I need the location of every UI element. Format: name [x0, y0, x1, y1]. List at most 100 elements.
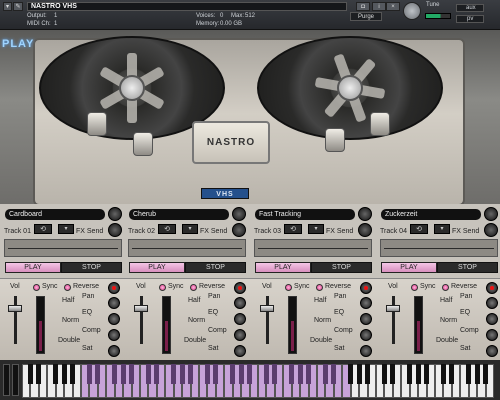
- edit-instrument-icon[interactable]: ✎: [13, 2, 23, 11]
- track-knob[interactable]: [108, 207, 122, 221]
- midi-value[interactable]: 1: [54, 21, 57, 27]
- comp-knob[interactable]: [108, 329, 120, 341]
- volume-fader[interactable]: [8, 305, 22, 312]
- stop-button[interactable]: STOP: [185, 262, 246, 273]
- black-key[interactable]: [27, 364, 33, 384]
- eq-knob[interactable]: [108, 313, 120, 325]
- aux-button[interactable]: aux: [456, 4, 484, 12]
- play-button[interactable]: PLAY: [255, 262, 311, 273]
- chevron-down-icon[interactable]: ▾: [58, 224, 74, 234]
- black-key[interactable]: [348, 364, 354, 384]
- black-key[interactable]: [86, 364, 92, 384]
- black-key[interactable]: [424, 364, 430, 384]
- mod-wheel[interactable]: [12, 364, 19, 396]
- fx-send-knob[interactable]: [484, 223, 498, 237]
- black-key[interactable]: [238, 364, 244, 384]
- black-key[interactable]: [272, 364, 278, 384]
- purge-button[interactable]: Purge: [350, 12, 382, 21]
- black-key[interactable]: [474, 364, 480, 384]
- track-name-field[interactable]: Fast Tracking: [255, 209, 355, 220]
- black-key[interactable]: [415, 364, 421, 384]
- reverse-toggle[interactable]: [64, 284, 71, 291]
- black-key[interactable]: [440, 364, 446, 384]
- fx-send-knob[interactable]: [108, 223, 122, 237]
- black-key[interactable]: [120, 364, 126, 384]
- track-knob[interactable]: [232, 207, 246, 221]
- reverse-knob[interactable]: [486, 282, 498, 294]
- eq-knob[interactable]: [360, 313, 372, 325]
- play-button[interactable]: PLAY: [129, 262, 185, 273]
- black-key[interactable]: [171, 364, 177, 384]
- chevron-down-icon[interactable]: ▾: [434, 224, 450, 234]
- output-value[interactable]: 1: [54, 13, 57, 19]
- sat-knob[interactable]: [234, 345, 246, 357]
- sat-knob[interactable]: [486, 345, 498, 357]
- loop-icon[interactable]: ⟲: [284, 224, 302, 234]
- black-key[interactable]: [213, 364, 219, 384]
- max-value[interactable]: 512: [245, 13, 255, 19]
- loop-icon[interactable]: ⟲: [158, 224, 176, 234]
- collapse-icon[interactable]: ▾: [3, 2, 12, 11]
- black-key[interactable]: [179, 364, 185, 384]
- tune-knob[interactable]: [403, 2, 421, 20]
- reverse-knob[interactable]: [360, 282, 372, 294]
- reverse-knob[interactable]: [108, 282, 120, 294]
- black-key[interactable]: [356, 364, 362, 384]
- sat-knob[interactable]: [360, 345, 372, 357]
- loop-icon[interactable]: ⟲: [410, 224, 428, 234]
- reverse-toggle[interactable]: [190, 284, 197, 291]
- sync-toggle[interactable]: [285, 284, 292, 291]
- black-key[interactable]: [230, 364, 236, 384]
- black-key[interactable]: [390, 364, 396, 384]
- stop-button[interactable]: STOP: [437, 262, 498, 273]
- comp-knob[interactable]: [234, 329, 246, 341]
- chevron-down-icon[interactable]: ▾: [182, 224, 198, 234]
- pv-button[interactable]: pv: [456, 15, 484, 23]
- black-key[interactable]: [53, 364, 59, 384]
- comp-knob[interactable]: [486, 329, 498, 341]
- volume-fader[interactable]: [134, 305, 148, 312]
- black-key[interactable]: [306, 364, 312, 384]
- pan-knob[interactable]: [360, 297, 372, 309]
- volume-fader[interactable]: [260, 305, 274, 312]
- info-icon[interactable]: i: [372, 2, 386, 11]
- black-key[interactable]: [36, 364, 42, 384]
- black-key[interactable]: [407, 364, 413, 384]
- pitch-wheel[interactable]: [3, 364, 10, 396]
- eq-knob[interactable]: [486, 313, 498, 325]
- black-key[interactable]: [188, 364, 194, 384]
- black-key[interactable]: [204, 364, 210, 384]
- black-key[interactable]: [70, 364, 76, 384]
- play-button[interactable]: PLAY: [381, 262, 437, 273]
- camera-icon[interactable]: ◘: [356, 2, 370, 11]
- black-key[interactable]: [145, 364, 151, 384]
- black-key[interactable]: [297, 364, 303, 384]
- black-key[interactable]: [331, 364, 337, 384]
- volume-fader[interactable]: [386, 305, 400, 312]
- reverse-knob[interactable]: [234, 282, 246, 294]
- piano-keys[interactable]: [22, 364, 494, 398]
- black-key[interactable]: [289, 364, 295, 384]
- track-name-field[interactable]: Cardboard: [5, 209, 105, 220]
- pan-knob[interactable]: [486, 297, 498, 309]
- black-key[interactable]: [154, 364, 160, 384]
- fx-send-knob[interactable]: [232, 223, 246, 237]
- sync-toggle[interactable]: [159, 284, 166, 291]
- track-knob[interactable]: [484, 207, 498, 221]
- black-key[interactable]: [112, 364, 118, 384]
- comp-knob[interactable]: [360, 329, 372, 341]
- eq-knob[interactable]: [234, 313, 246, 325]
- black-key[interactable]: [95, 364, 101, 384]
- reverse-toggle[interactable]: [442, 284, 449, 291]
- black-key[interactable]: [466, 364, 472, 384]
- black-key[interactable]: [61, 364, 67, 384]
- pan-knob[interactable]: [234, 297, 246, 309]
- sync-toggle[interactable]: [33, 284, 40, 291]
- black-key[interactable]: [263, 364, 269, 384]
- stop-button[interactable]: STOP: [311, 262, 372, 273]
- black-key[interactable]: [483, 364, 489, 384]
- black-key[interactable]: [381, 364, 387, 384]
- sync-toggle[interactable]: [411, 284, 418, 291]
- black-key[interactable]: [129, 364, 135, 384]
- reverse-toggle[interactable]: [316, 284, 323, 291]
